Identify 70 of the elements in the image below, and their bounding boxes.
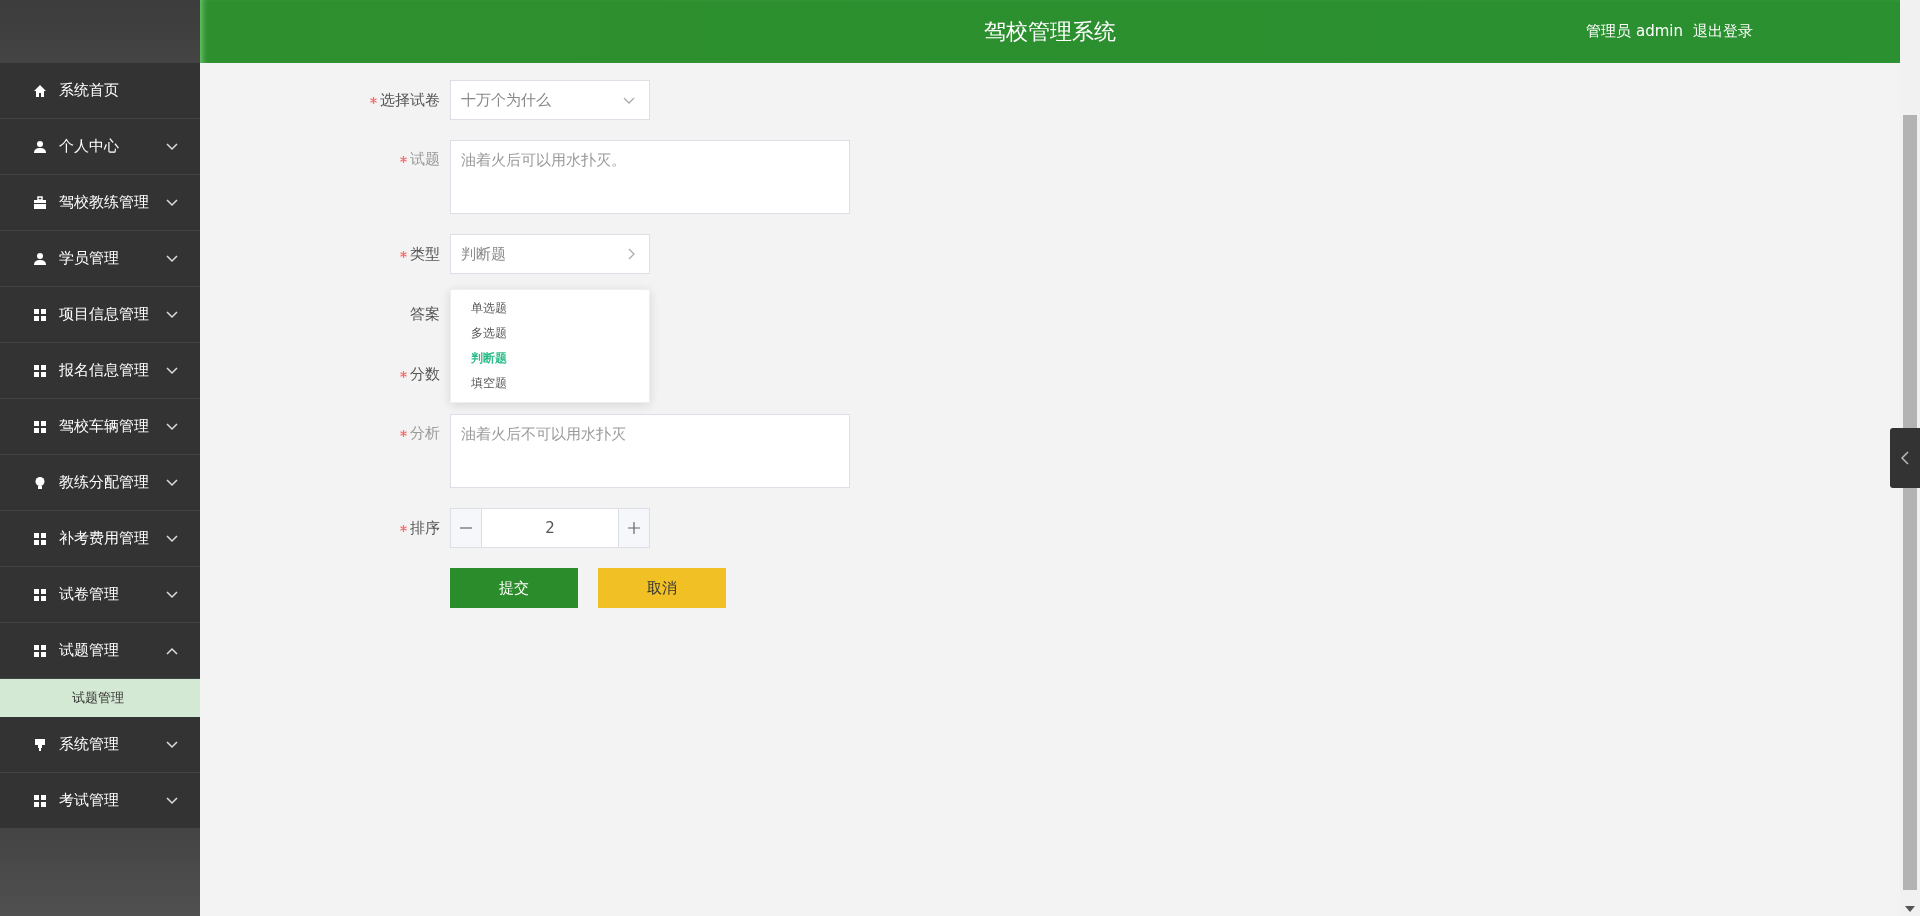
required-icon xyxy=(400,250,407,258)
sidebar-item[interactable]: 教练分配管理 xyxy=(0,455,200,511)
grid-icon xyxy=(33,307,47,322)
grid-icon xyxy=(33,793,47,808)
sidebar-item[interactable]: 系统首页 xyxy=(0,63,200,119)
chevron-down-icon xyxy=(166,366,178,375)
cancel-button[interactable]: 取消 xyxy=(598,568,726,608)
lightbulb-icon xyxy=(33,475,47,490)
sidebar-item[interactable]: 试题管理 xyxy=(0,623,200,679)
sidebar-item[interactable]: 项目信息管理 xyxy=(0,287,200,343)
chevron-down-icon xyxy=(166,590,178,599)
required-icon xyxy=(370,96,377,104)
home-icon xyxy=(33,83,47,98)
dropdown-option[interactable]: 多选题 xyxy=(451,321,649,346)
plus-icon[interactable] xyxy=(628,522,640,534)
required-icon xyxy=(400,156,407,163)
required-icon xyxy=(400,524,407,532)
grid-icon xyxy=(33,363,47,378)
chevron-down-icon xyxy=(166,254,178,263)
field-label: 答案 xyxy=(410,304,440,324)
sidebar-item[interactable]: 试卷管理 xyxy=(0,567,200,623)
chevron-down-icon xyxy=(166,796,178,805)
sidebar-item[interactable]: 个人中心 xyxy=(0,119,200,175)
number-input[interactable]: 2 xyxy=(450,508,650,548)
collapse-tab[interactable] xyxy=(1890,428,1920,488)
dropdown-option[interactable]: 单选题 xyxy=(451,296,649,321)
field-label: 分析 xyxy=(410,424,440,443)
grid-icon xyxy=(33,643,47,658)
grid-icon xyxy=(33,531,47,546)
field-label: 排序 xyxy=(410,518,440,538)
chevron-down-icon xyxy=(166,142,178,151)
grid-icon xyxy=(33,419,47,434)
sidebar-item[interactable]: 系统管理 xyxy=(0,717,200,773)
sidebar-item[interactable]: 驾校教练管理 xyxy=(0,175,200,231)
select-field[interactable]: 判断题 xyxy=(450,234,650,274)
submenu-item[interactable]: 试题管理 xyxy=(0,679,200,717)
person-icon xyxy=(33,139,47,154)
required-icon xyxy=(400,430,407,437)
user-label: 管理员 admin xyxy=(1586,22,1683,41)
grid-icon xyxy=(33,587,47,602)
sidebar-item[interactable]: 驾校车辆管理 xyxy=(0,399,200,455)
sidebar-item[interactable]: 考试管理 xyxy=(0,773,200,829)
briefcase-icon xyxy=(33,195,47,210)
sidebar-item[interactable]: 报名信息管理 xyxy=(0,343,200,399)
scroll-down-icon[interactable] xyxy=(1905,906,1915,912)
field-label: 选择试卷 xyxy=(380,90,440,110)
sidebar-item[interactable]: 补考费用管理 xyxy=(0,511,200,567)
chevron-down-icon xyxy=(166,310,178,319)
chevron-down-icon xyxy=(166,534,178,543)
chevron-down-icon xyxy=(166,478,178,487)
sidebar-item[interactable]: 学员管理 xyxy=(0,231,200,287)
chevron-down-icon xyxy=(166,740,178,749)
submit-button[interactable]: 提交 xyxy=(450,568,578,608)
app-title: 驾校管理系统 xyxy=(984,18,1116,44)
chevron-down-icon xyxy=(623,96,635,104)
field-label: 分数 xyxy=(410,364,440,384)
chevron-down-icon xyxy=(166,198,178,207)
field-label: 类型 xyxy=(410,244,440,264)
chevron-up-icon xyxy=(166,646,178,655)
brush-icon xyxy=(33,737,47,752)
person-icon xyxy=(33,251,47,266)
field-label: 试题 xyxy=(410,150,440,169)
chevron-right-icon xyxy=(628,248,635,260)
logout-link[interactable]: 退出登录 xyxy=(1693,22,1753,41)
chevron-down-icon xyxy=(166,422,178,431)
dropdown-option[interactable]: 填空题 xyxy=(451,371,649,396)
select-field[interactable]: 十万个为什么 xyxy=(450,80,650,120)
required-icon xyxy=(400,370,407,378)
scrollbar-thumb[interactable] xyxy=(1903,115,1917,890)
chevron-left-icon xyxy=(1901,451,1909,465)
